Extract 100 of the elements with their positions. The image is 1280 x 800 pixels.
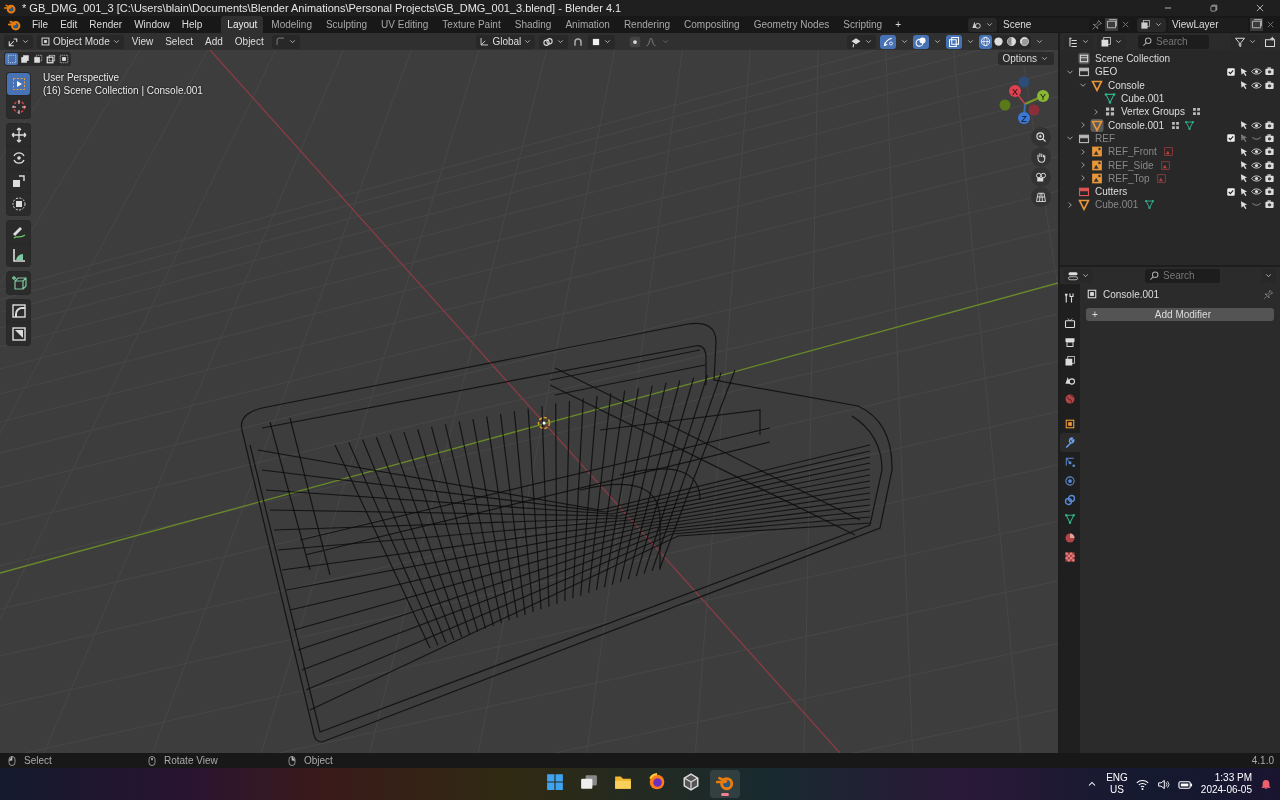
menu-item[interactable]: Help — [176, 18, 208, 31]
camera-icon[interactable] — [1264, 79, 1275, 91]
select-arrow-icon[interactable] — [1238, 160, 1249, 170]
select-arrow-icon[interactable] — [1238, 66, 1249, 77]
camera-icon[interactable] — [1264, 159, 1275, 171]
select-mode-button[interactable] — [5, 53, 18, 65]
menu-item[interactable]: Window — [129, 18, 175, 31]
camera-icon[interactable] — [1264, 199, 1275, 211]
checkbox[interactable] — [1225, 66, 1236, 77]
eye-icon[interactable] — [1251, 119, 1262, 131]
select-arrow-icon[interactable] — [1238, 120, 1249, 131]
outliner-item[interactable]: Cube.001 — [1121, 93, 1165, 105]
menu-item[interactable]: Object — [230, 36, 268, 47]
eye-icon[interactable] — [1251, 186, 1262, 198]
scene-name-field[interactable]: Scene — [999, 17, 1089, 32]
pivot-dropdown[interactable] — [539, 34, 569, 49]
outliner-item[interactable]: Vertex Groups — [1121, 106, 1185, 118]
eye-icon[interactable] — [1251, 66, 1262, 78]
select-arrow-icon[interactable] — [1238, 186, 1249, 197]
workspace-tab[interactable]: Layout — [221, 16, 264, 33]
menu-item[interactable]: Select — [161, 36, 197, 47]
pin-icon[interactable] — [1263, 288, 1274, 300]
new-collection-icon[interactable] — [1264, 35, 1276, 48]
xray-toggle[interactable] — [946, 34, 962, 49]
properties-search-field[interactable]: Search — [1145, 268, 1220, 283]
snap-target-dropdown[interactable] — [588, 34, 616, 49]
camera-icon[interactable] — [1264, 172, 1275, 184]
tool-button[interactable] — [7, 73, 30, 95]
solid-shading-button[interactable] — [992, 34, 1005, 49]
region-label[interactable]: US — [1110, 784, 1124, 796]
orientation-dropdown[interactable]: Global — [476, 34, 536, 49]
scene-selector[interactable] — [968, 17, 997, 32]
close-icon[interactable] — [1120, 19, 1131, 30]
select-arrow-icon[interactable] — [1238, 173, 1249, 184]
close-icon[interactable] — [1265, 19, 1276, 30]
workspace-tab[interactable]: Shading — [508, 16, 558, 33]
menu-item[interactable]: View — [127, 36, 158, 47]
overlay-toggle[interactable] — [913, 34, 929, 49]
proportional-edit-icon[interactable] — [629, 35, 642, 48]
checkbox[interactable] — [1225, 186, 1236, 197]
properties-tab[interactable] — [1060, 433, 1080, 452]
camera-icon[interactable] — [1264, 66, 1275, 78]
rendered-shading-button[interactable] — [1018, 34, 1031, 49]
navigation-gizmo[interactable]: X Y Z — [997, 74, 1053, 134]
workspace-tab[interactable]: Scripting — [837, 16, 889, 33]
perspective-toggle[interactable] — [1031, 187, 1051, 207]
options-dropdown[interactable]: Options — [997, 52, 1054, 65]
add-modifier-button[interactable]: + Add Modifier — [1086, 308, 1274, 321]
speaker-icon[interactable] — [1156, 777, 1170, 791]
snap-icon[interactable] — [572, 35, 585, 48]
zoom-button[interactable] — [1031, 127, 1051, 147]
workspace-tab[interactable]: Compositing — [678, 16, 746, 33]
clock-date[interactable]: 2024-06-05 — [1200, 784, 1252, 796]
visibility-dropdown[interactable] — [847, 34, 876, 49]
menu-item[interactable]: Add — [201, 36, 227, 47]
workspace-tab[interactable]: Animation — [559, 16, 616, 33]
outliner-item[interactable]: GEO — [1095, 66, 1118, 78]
select-mode-button[interactable] — [44, 53, 57, 65]
bell-icon[interactable] — [1260, 778, 1272, 790]
workspace-tab[interactable]: Texture Paint — [436, 16, 507, 33]
select-mode-button[interactable] — [31, 53, 44, 65]
menu-item[interactable]: Render — [84, 18, 128, 31]
clock-time[interactable]: 1:33 PM — [1214, 772, 1252, 784]
wifi-icon[interactable] — [1135, 777, 1149, 791]
select-arrow-icon[interactable] — [1238, 199, 1249, 210]
view-layer-name-field[interactable]: ViewLayer — [1168, 17, 1248, 32]
duplicate-icon[interactable] — [1105, 18, 1118, 31]
select-mode-button[interactable] — [57, 53, 70, 65]
outliner-item[interactable]: Console — [1108, 79, 1145, 91]
camera-icon[interactable] — [1264, 146, 1275, 158]
workspace-tab[interactable]: Sculpting — [319, 16, 374, 33]
language-label[interactable]: ENG — [1106, 772, 1128, 784]
blender-menu-icon[interactable] — [8, 18, 21, 31]
select-arrow-icon[interactable] — [1238, 80, 1249, 91]
menu-item[interactable]: File — [27, 18, 54, 31]
view-layer-selector[interactable] — [1137, 17, 1166, 32]
outliner-item[interactable]: Cutters — [1095, 186, 1128, 198]
select-arrow-icon[interactable] — [1238, 146, 1249, 157]
material-shading-button[interactable] — [1005, 34, 1018, 49]
workspace-tab[interactable]: Rendering — [617, 16, 677, 33]
camera-icon[interactable] — [1264, 119, 1275, 131]
outliner-search-field[interactable]: Search — [1138, 34, 1209, 49]
outliner-item[interactable]: Scene Collection — [1095, 53, 1171, 65]
eye-icon[interactable] — [1251, 79, 1262, 91]
wireframe-shading-button[interactable] — [979, 34, 992, 49]
camera-view-button[interactable] — [1031, 167, 1051, 187]
workspace-tab[interactable]: UV Editing — [375, 16, 435, 33]
pin-icon[interactable] — [1091, 18, 1103, 31]
menu-item[interactable]: Edit — [55, 18, 83, 31]
gizmo-toggle[interactable] — [880, 34, 896, 49]
mode-dropdown[interactable]: Object Mode — [37, 34, 124, 49]
workspace-tab[interactable]: Geometry Nodes — [747, 16, 836, 33]
camera-icon[interactable] — [1264, 132, 1275, 144]
workspace-tab[interactable]: Modeling — [265, 16, 318, 33]
pan-button[interactable] — [1031, 147, 1051, 167]
select-mode-button[interactable] — [18, 53, 31, 65]
camera-icon[interactable] — [1264, 186, 1275, 198]
outliner-item[interactable]: Console.001 — [1108, 119, 1165, 131]
duplicate-icon[interactable] — [1250, 18, 1263, 31]
editor-type-button[interactable] — [4, 34, 33, 49]
